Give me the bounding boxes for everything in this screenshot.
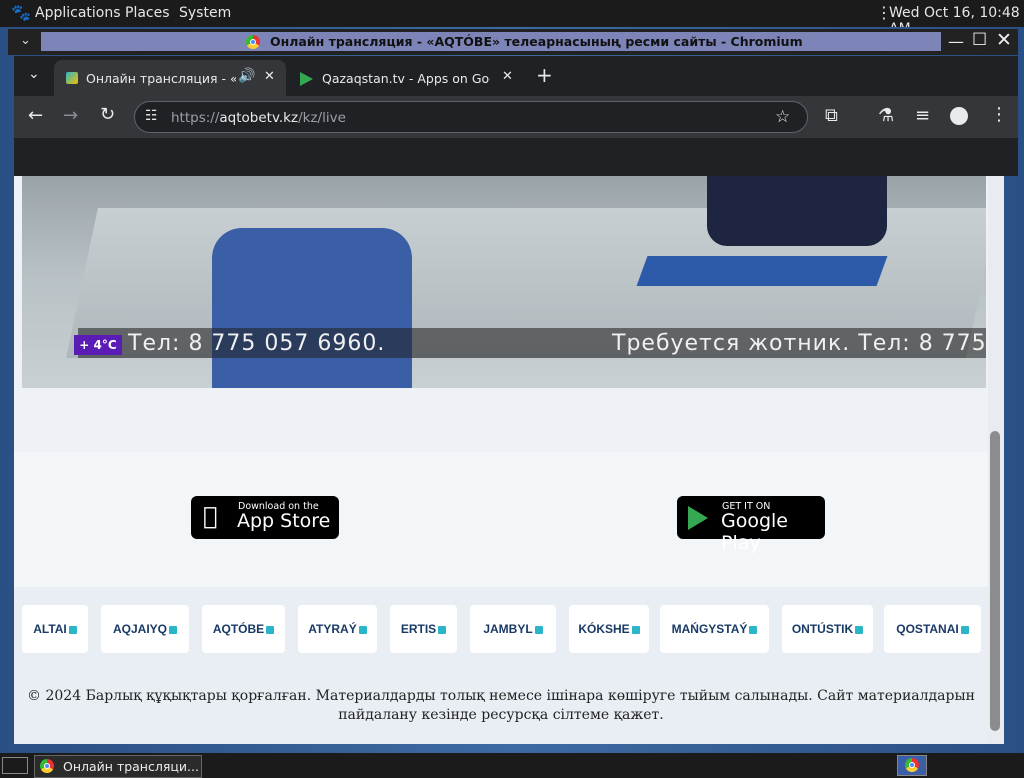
google-play-logo-icon [688,506,708,530]
url-host: aqtobetv.kz [219,110,299,126]
app-store-button[interactable]:  Download on the App Store [191,496,339,539]
video-chair-shape [212,228,412,388]
profile-avatar-icon[interactable] [950,107,968,125]
close-tab-icon[interactable]: ✕ [264,69,275,84]
media-controls-icon[interactable]: ≡ [915,105,930,126]
region-logo-square-icon [534,625,543,634]
minimize-icon[interactable]: — [948,32,964,51]
video-folder-shape [636,256,888,286]
page-scrollbar-thumb[interactable] [990,431,1000,731]
news-ticker: Тел: 8 775 057 6960. Требуется жотник. Т… [78,328,986,358]
region-label: AQJAIYQ [112,622,167,636]
tab-qazaqstan[interactable]: Qazaqstan.tv - Apps on Goo ✕ [290,60,520,96]
region-logo-square-icon [749,625,758,634]
url-scheme: https:// [171,110,220,126]
region-label: ALTAI [33,622,67,636]
url-text[interactable]: https://aqtobetv.kz/kz/live [171,110,346,126]
region-label: KÓKSHE [578,622,630,636]
copyright-footer: © 2024 Барлық құқықтары қорғалған. Матер… [27,688,975,723]
region-aqjaiyq-link[interactable]: AQJAIYQ [101,605,189,653]
chromium-logo-icon [40,759,54,773]
bookmark-star-icon[interactable]: ☆ [775,107,790,127]
region-aqtobe-link[interactable]: AQTÓBE [202,605,285,653]
region-logo-square-icon [855,625,864,634]
show-desktop-icon[interactable] [2,757,28,774]
appstore-big-label: App Store [237,510,331,532]
back-arrow-icon[interactable]: ← [28,105,43,126]
browser-chrome: ⌄ Онлайн трансляция - «А 🔊 ✕ Qazaqstan.t… [14,56,1018,176]
close-window-icon[interactable]: ✕ [996,29,1012,51]
google-play-button[interactable]: GET IT ON Google Play [677,496,825,554]
aqtobe-favicon-icon [66,72,78,84]
ticker-text-left: Тел: 8 775 057 6960. [128,331,386,356]
top-panel: 🐾 Applications Places System ⋮ Wed Oct 1… [0,0,1024,37]
live-video-player[interactable]: Тел: 8 775 057 6960. Требуется жотник. Т… [22,176,986,388]
region-label: ERTIS [400,622,437,636]
tab-label: Онлайн трансляция - «А [86,71,236,86]
region-logo-square-icon [266,625,275,634]
reload-icon[interactable]: ↻ [100,104,115,125]
google-play-favicon-icon [300,72,313,86]
region-altai-link[interactable]: ALTAI [22,605,88,653]
region-ontustik-link[interactable]: ONTÚSTIK [782,605,873,653]
tab-aqtobe-live[interactable]: Онлайн трансляция - «А 🔊 ✕ [54,60,286,96]
region-label: ATYRAÝ [308,622,357,636]
region-label: AQTÓBE [212,622,265,636]
region-kokshe-link[interactable]: KÓKSHE [569,605,649,653]
region-ertis-link[interactable]: ERTIS [390,605,457,653]
region-label: ONTÚSTIK [791,622,854,636]
bottom-taskbar: Онлайн трансляци... [0,753,1024,778]
window-title: Онлайн трансляция - «AQTÓBE» телеарнасын… [270,34,803,49]
region-logo-square-icon [960,625,969,634]
video-person-shape [707,176,887,246]
forward-arrow-icon[interactable]: → [63,105,78,126]
region-jambyl-link[interactable]: JAMBYL [470,605,556,653]
chromium-logo-icon [905,758,919,772]
ticker-text-right: Требуется жотник. Тел: 8 775 0 [612,331,986,356]
maximize-icon[interactable]: ☐ [972,30,987,50]
tab-strip: ⌄ Онлайн трансляция - «А 🔊 ✕ Qazaqstan.t… [14,56,1018,96]
region-label: MAŃGYSTAÝ [671,622,748,636]
gnome-foot-icon[interactable]: 🐾 [11,3,31,22]
address-bar[interactable]: ☷ https://aqtobetv.kz/kz/live ☆ [134,101,808,133]
region-atyrau-link[interactable]: ATYRAÝ [298,605,377,653]
taskbar-chromium-task[interactable]: Онлайн трансляци... [34,755,202,778]
region-logo-square-icon [438,625,447,634]
region-logo-square-icon [358,625,367,634]
region-logo-square-icon [631,625,640,634]
tab-search-chevron-icon[interactable]: ⌄ [28,66,40,82]
region-label: JAMBYL [483,622,533,636]
region-logo-square-icon [169,625,177,634]
kebab-menu-icon[interactable]: ⋮ [990,104,1008,125]
menu-applications[interactable]: Applications [35,5,121,21]
task-label: Онлайн трансляци... [63,759,199,774]
window-titlebar[interactable]: ⌄ Онлайн трансляция - «AQTÓBE» телеарнас… [8,29,1018,55]
workspace-switcher[interactable] [897,755,927,776]
new-tab-plus-icon[interactable]: + [536,63,553,87]
chromium-logo-icon [246,35,260,49]
region-qostanai-link[interactable]: QOSTANAI [884,605,981,653]
tab-label: Qazaqstan.tv - Apps on Goo [322,71,490,86]
menu-places[interactable]: Places [125,5,170,21]
googleplay-big-label: Google Play [721,510,789,554]
region-mangystau-link[interactable]: MAŃGYSTAÝ [660,605,769,653]
region-label: QOSTANAI [896,622,959,636]
region-logo-square-icon [68,625,77,634]
menu-system[interactable]: System [179,5,231,21]
url-path: /kz/live [298,110,346,126]
audio-playing-icon[interactable]: 🔊 [238,68,255,84]
site-info-tune-icon[interactable]: ☷ [145,108,158,124]
close-tab-icon[interactable]: ✕ [502,69,513,84]
temperature-badge: + 4°C [74,335,122,355]
app-store-section:  Download on the App Store GET IT ON Go… [14,452,988,587]
labs-flask-icon[interactable]: ⚗ [878,105,894,126]
extensions-puzzle-icon[interactable]: ⧉ [825,105,838,126]
regional-channels-section: ALTAI AQJAIYQ AQTÓBE ATYRAÝ ERTIS JAMBYL… [14,587,988,744]
browser-toolbar: ← → ↻ ☷ https://aqtobetv.kz/kz/live ☆ ⧉ … [14,96,1018,138]
window-menu-chevron-icon[interactable]: ⌄ [20,33,31,48]
apple-logo-icon:  [203,502,217,530]
web-page: Тел: 8 775 057 6960. Требуется жотник. Т… [14,176,1004,744]
